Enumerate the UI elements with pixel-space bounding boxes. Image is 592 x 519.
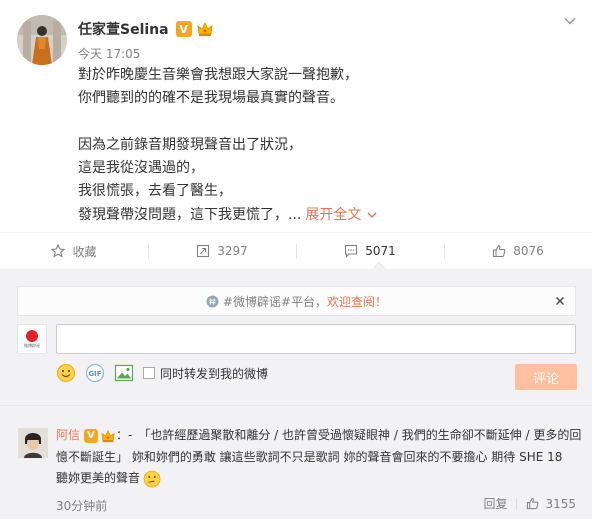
post-line: 因為之前錄音期發現聲音出了狀況， [78,136,302,153]
divider [516,497,518,510]
author-avatar-image [17,15,67,65]
favorite-label: 收藏 [72,244,97,259]
post-line: 這是我從沒遇過的， [78,160,204,177]
forward-label: 同时转发到我的微博 [160,366,269,381]
weibo-logo-icon [26,329,38,342]
comment-time: 30分钟前 [56,499,108,513]
post-content: 對於昨晚慶生音樂會我想跟大家說一聲抱歉， 你們聽到的的確不是我現場最真實的聲音。… [78,64,558,227]
weibo-post: 任家萱Selina V 今天 17:05 對於昨晚慶生音樂會我想跟大家說一聲抱歉… [0,0,592,232]
comment-input[interactable] [56,324,576,354]
star-icon [51,244,66,258]
post-line: 對於昨晚慶生音樂會我想跟大家說一聲抱歉， [78,67,358,83]
comment-count: 5071 [365,244,396,258]
svg-text:GIF: GIF [88,370,101,378]
post-line: 你們聽到的的確不是我現場最真實的聲音。 [78,90,344,107]
comment-actions: 回复 3155 [483,495,576,512]
expand-label: 展开全文 [305,206,362,223]
repost-count: 3297 [217,244,248,258]
member-crown-icon[interactable] [196,21,214,37]
notice-hashtag[interactable]: #微博辟谣#平台， [223,293,327,310]
commenter-name[interactable]: 阿信 [56,428,80,442]
like-button[interactable]: 8076 [444,233,592,269]
my-avatar[interactable]: 微博辟谣 [17,324,47,354]
comment-toolbar: GIF 同时转发到我的微博 [56,363,268,383]
verified-icon: V [84,428,99,443]
comment-like-count: 3155 [545,496,576,511]
thumbs-up-icon [527,497,539,510]
comment-like-button[interactable]: 3155 [526,497,576,511]
commenter-avatar[interactable] [18,428,48,458]
member-crown-icon[interactable] [100,429,116,443]
forward-checkbox[interactable] [143,367,155,379]
thinking-emoji-icon [143,470,161,487]
notice-link[interactable]: 欢迎查阅！ [327,293,387,310]
favorite-button[interactable]: 收藏 [0,233,148,269]
comment-button[interactable]: 5071 [296,233,444,269]
chevron-down-icon [367,212,377,218]
thumbs-up-icon [493,244,506,258]
gif-icon[interactable]: GIF [85,363,105,383]
hashtag-icon [206,295,219,307]
post-line-text: 發現聲帶沒問題，這下我更慌了，... [78,206,302,223]
comment-section: #微博辟谣#平台， 欢迎查阅！ 微博辟谣 GIF 同时转发到我的微博 评论 阿信… [0,269,592,519]
comment-line-text: 「也許經歷過聚散和離分 / 也許曾受過懷疑眼神 / 我們的生命卻不斷延伸 / 更… [138,428,582,442]
submit-comment-button[interactable]: 评论 [515,364,577,390]
post-action-bar: 收藏 3297 5071 8076 [0,232,592,269]
close-icon[interactable] [554,295,566,307]
comment-line-text: 聽妳更美的聲音 [56,471,141,485]
comment-line: 聽妳更美的聲音 [56,468,576,490]
comment-separator: ：- [116,428,133,442]
my-avatar-caption: 微博辟谣 [24,342,40,348]
tab-pointer [373,261,385,269]
reply-button[interactable]: 回复 [483,495,507,512]
commenter-avatar-image [18,428,48,458]
author-avatar[interactable] [17,15,67,65]
post-line-last: 發現聲帶沒問題，這下我更慌了，... 展开全文 [78,204,558,227]
author-name[interactable]: 任家萱Selina [78,19,169,39]
post-line: 我很慌張，去看了醫生， [78,183,232,200]
image-icon[interactable] [114,363,134,383]
repost-button[interactable]: 3297 [148,233,296,269]
comment-line: 憶不斷誕生」 妳和妳們的勇敢 讓這些歌詞不只是歌詞 妳的聲音會回來的不要擔心 期… [56,449,563,464]
post-line-blank [78,111,558,134]
comment-line: 阿信 V ：- 「也許經歷過聚散和離分 / 也許曾受過懷疑眼神 / 我們的生命卻不斷延… [56,425,581,447]
repost-icon [197,244,210,258]
comment-text: 阿信 V ：- 「也許經歷過聚散和離分 / 也許曾受過懷疑眼神 / 我們的生命卻不斷延… [56,425,581,490]
verified-icon: V [175,21,192,37]
rumor-notice: #微博辟谣#平台， 欢迎查阅！ [17,286,576,316]
like-count: 8076 [513,244,544,258]
chevron-down-icon[interactable] [563,14,577,28]
emoji-icon[interactable] [56,363,76,383]
comment-icon [345,244,358,258]
divider [0,405,592,406]
post-time[interactable]: 今天 17:05 [78,45,140,62]
expand-full-text-link[interactable]: 展开全文 [305,207,377,223]
